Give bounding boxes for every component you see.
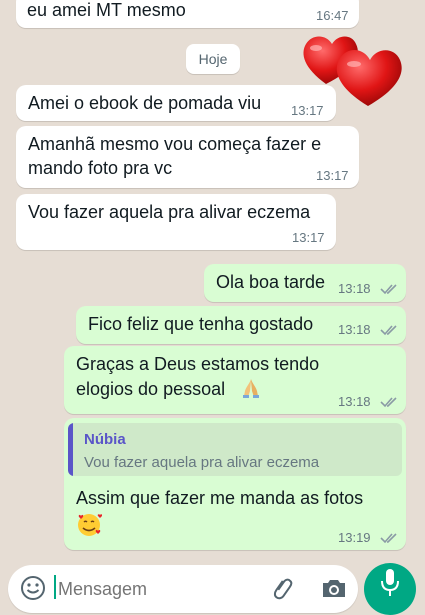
date-separator: Hoje	[186, 44, 240, 74]
message-time: 13:19	[338, 530, 371, 545]
message-text: Ola boa tarde	[216, 272, 326, 292]
smiling-face-with-hearts-icon	[78, 514, 102, 536]
attach-icon[interactable]	[270, 575, 296, 601]
message-bubble[interactable]: Amei o ebook de pomada viu 13:17	[16, 85, 336, 121]
message-text-line2: elogios do pessoal	[76, 379, 226, 399]
message-time: 16:47	[316, 8, 349, 23]
message-time: 13:17	[316, 168, 349, 183]
double-check-icon	[380, 396, 400, 408]
chat-area[interactable]: eu amei MT mesmo 16:47 Hoje Amei o ebook…	[0, 0, 425, 596]
message-text: Vou fazer aquela pra alivar eczema	[28, 202, 311, 222]
message-bubble[interactable]: Fico feliz que tenha gostado 13:18	[76, 306, 406, 344]
message-time: 13:17	[291, 103, 324, 118]
message-time: 13:17	[292, 230, 325, 245]
mic-icon	[381, 569, 399, 596]
double-check-icon	[380, 283, 400, 295]
message-text-line1: Amanhã mesmo vou começa fazer e	[28, 134, 322, 154]
camera-icon[interactable]	[320, 575, 348, 601]
message-bubble[interactable]: eu amei MT mesmo 16:47	[16, 0, 359, 28]
quote-bar	[68, 423, 73, 476]
quoted-message[interactable]: Núbia Vou fazer aquela pra alivar eczema	[68, 423, 402, 476]
message-text-line2: mando foto pra vc	[28, 158, 173, 178]
message-time: 13:18	[338, 281, 371, 296]
quote-sender-name: Núbia	[84, 431, 126, 448]
message-text: Fico feliz que tenha gostado	[88, 314, 314, 334]
praying-hands-icon	[243, 379, 259, 398]
message-text: eu amei MT mesmo	[27, 0, 186, 20]
message-text-line1: Graças a Deus estamos tendo	[76, 354, 320, 374]
quote-text: Vou fazer aquela pra alivar eczema	[84, 454, 320, 471]
mic-button[interactable]	[364, 563, 416, 615]
message-bubble[interactable]: Vou fazer aquela pra alivar eczema 13:17	[16, 194, 336, 250]
message-bubble[interactable]: Graças a Deus estamos tendo elogios do p…	[64, 346, 406, 414]
message-time: 13:18	[338, 322, 371, 337]
double-check-icon	[380, 324, 400, 336]
message-time: 13:18	[338, 394, 371, 409]
message-composer	[8, 565, 358, 613]
message-bubble[interactable]: Ola boa tarde 13:18	[204, 264, 406, 302]
emoji-icon[interactable]	[20, 575, 46, 601]
message-text: Assim que fazer me manda as fotos	[76, 488, 364, 508]
message-input[interactable]	[56, 573, 250, 605]
message-bubble[interactable]: Amanhã mesmo vou começa fazer e mando fo…	[16, 126, 359, 188]
message-text: Amei o ebook de pomada viu	[28, 93, 262, 113]
double-check-icon	[380, 532, 400, 544]
